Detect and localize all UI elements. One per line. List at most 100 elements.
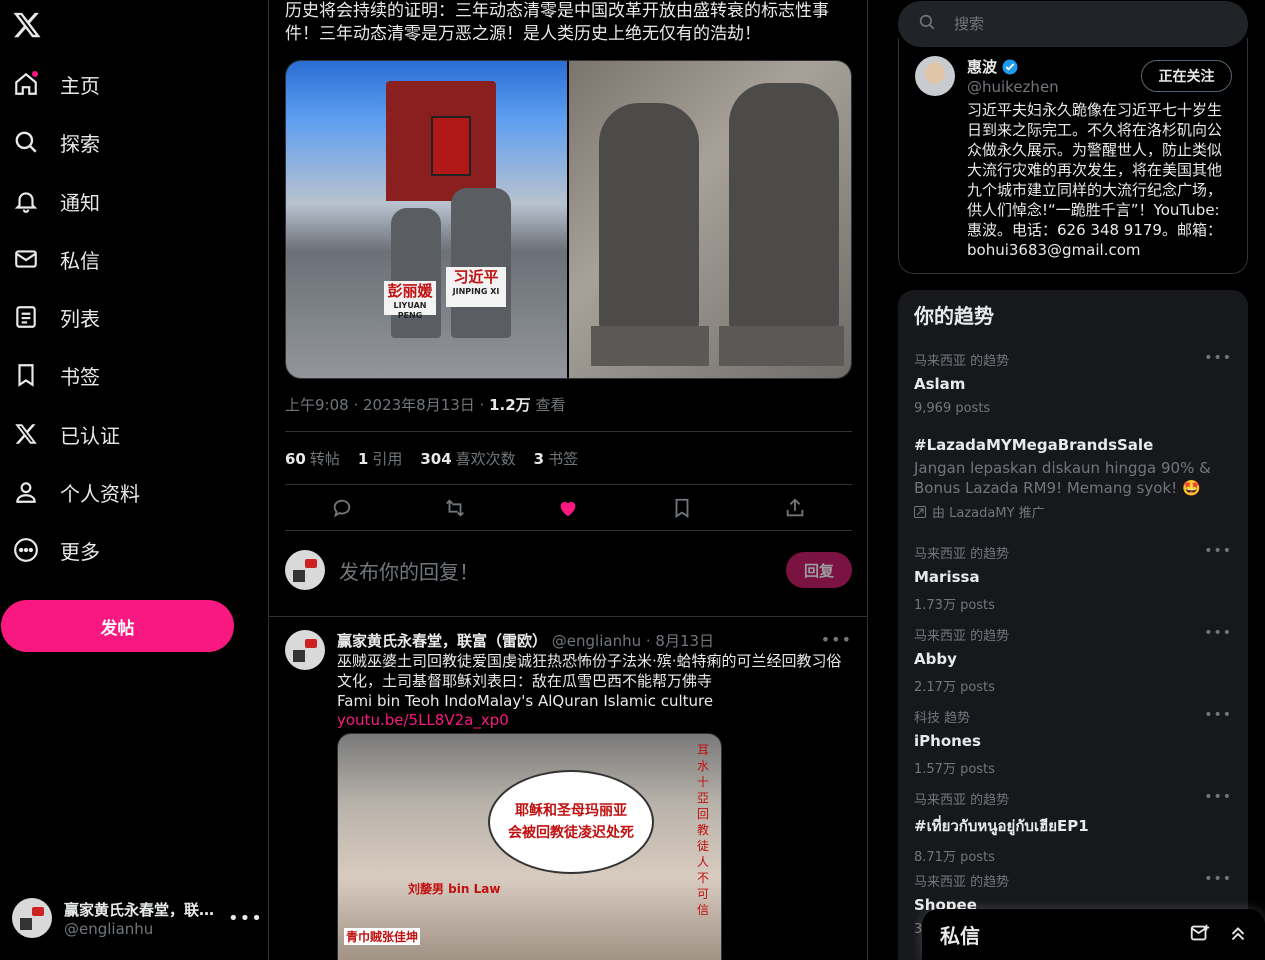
bookmark-icon bbox=[12, 361, 40, 389]
reposts-stat[interactable]: 60 转帖 bbox=[285, 448, 340, 469]
statue-sign-right: 习近平 JINPING XI bbox=[446, 267, 506, 307]
nav-bookmarks[interactable]: 书签 bbox=[12, 353, 100, 397]
nav-home-label: 主页 bbox=[60, 73, 100, 98]
nav-lists-label: 列表 bbox=[60, 306, 100, 331]
nav-notifications-label: 通知 bbox=[60, 190, 100, 215]
reply-author-handle[interactable]: @englianhu bbox=[552, 632, 641, 650]
reply-author-name[interactable]: 赢家黄氏永春堂，联富（雷欧） bbox=[337, 632, 547, 650]
bell-icon bbox=[12, 187, 40, 215]
messages-drawer[interactable]: 私信 bbox=[922, 909, 1265, 960]
more-dots-icon[interactable]: ••• bbox=[1204, 871, 1232, 887]
trends-panel: 你的趋势 马来西亚 的趋势 Aslam 9,969 posts ••• #Laz… bbox=[898, 290, 1248, 960]
profile-card: 惠波 @huikezhen 正在关注 习近平夫妇永久跪像在习近平七十岁生日到来之… bbox=[898, 38, 1248, 274]
trend-item[interactable]: 马来西亚 的趋势 Abby 2.17万 posts ••• bbox=[914, 625, 1232, 695]
left-sidebar: 主页 探索 通知 私信 列表 书签 已认证 个人资料 更多 发帖 赢家黄氏永春堂… bbox=[0, 0, 268, 960]
more-dots-icon[interactable]: ••• bbox=[1204, 625, 1232, 641]
more-dots-icon[interactable]: ••• bbox=[1204, 789, 1232, 805]
account-switcher[interactable]: 赢家黄氏永春堂，联… @englianhu ••• bbox=[12, 896, 262, 940]
trend-item[interactable]: 马来西亚 的趋势 Aslam 9,969 posts ••• bbox=[914, 350, 1232, 416]
likes-stat[interactable]: 304 喜欢次数 bbox=[420, 448, 515, 469]
tweet-photo-1[interactable]: 彭丽媛 LIYUAN PENG 习近平 JINPING XI bbox=[286, 61, 567, 378]
more-circle-icon bbox=[12, 536, 40, 564]
image-label: 刘嫠男 bin Law bbox=[408, 882, 501, 896]
divider bbox=[285, 431, 852, 432]
promoted-trend[interactable]: #LazadaMYMegaBrandsSale Jangan lepaskan … bbox=[914, 436, 1232, 521]
nav-more[interactable]: 更多 bbox=[12, 528, 100, 572]
more-dots-icon[interactable]: ••• bbox=[1204, 350, 1232, 366]
divider bbox=[285, 530, 852, 531]
search-input[interactable] bbox=[954, 15, 1234, 33]
reply-media[interactable]: 耶稣和圣母玛丽亚 会被回教徒凌迟处死 刘嫠男 bin Law 青巾贼张佳坤 耳水十… bbox=[337, 733, 722, 960]
post-button[interactable]: 发帖 bbox=[1, 600, 234, 652]
trend-item[interactable]: 科技 趋势 iPhones 1.57万 posts ••• bbox=[914, 707, 1232, 777]
reply-date[interactable]: · 8月13日 bbox=[646, 632, 714, 650]
new-message-icon[interactable] bbox=[1189, 922, 1211, 948]
search-icon bbox=[918, 13, 936, 35]
tweet-timestamp[interactable]: 上午9:08 · 2023年8月13日 · bbox=[285, 396, 489, 414]
x-premium-icon bbox=[12, 420, 40, 448]
tweet-actions bbox=[285, 492, 852, 524]
list-icon bbox=[12, 303, 40, 331]
bookmark-icon[interactable] bbox=[670, 496, 694, 520]
following-button[interactable]: 正在关注 bbox=[1141, 60, 1232, 92]
tweet-photo-2[interactable] bbox=[569, 61, 851, 378]
more-dots-icon[interactable]: ••• bbox=[1204, 543, 1232, 559]
image-vertical-text: 耳水十亞回教徒人不可信 bbox=[697, 743, 710, 917]
nav-messages-label: 私信 bbox=[60, 248, 100, 273]
trend-item[interactable]: 马来西亚 的趋势 Marissa 1.73万 posts ••• bbox=[914, 543, 1232, 613]
more-dots-icon[interactable]: ••• bbox=[1204, 707, 1232, 723]
repost-icon[interactable] bbox=[443, 496, 467, 520]
views-count: 1.2万 bbox=[489, 396, 531, 414]
profile-bio: 习近平夫妇永久跪像在习近平七十岁生日到来之际完工。不久将在洛杉矶向公众做永久展示… bbox=[967, 101, 1223, 259]
account-handle: @englianhu bbox=[64, 919, 154, 938]
profile-name[interactable]: 惠波 bbox=[967, 56, 1019, 77]
share-icon[interactable] bbox=[783, 496, 807, 520]
divider bbox=[285, 484, 852, 485]
nav-verified[interactable]: 已认证 bbox=[12, 412, 120, 456]
reply-text-en: Fami bin Teoh IndoMalay's AlQuran Islami… bbox=[337, 692, 714, 710]
avatar bbox=[12, 898, 52, 938]
quotes-stat[interactable]: 1 引用 bbox=[358, 448, 402, 469]
x-logo-icon[interactable] bbox=[12, 10, 42, 40]
nav-explore[interactable]: 探索 bbox=[12, 120, 100, 164]
bookmarks-stat[interactable]: 3 书签 bbox=[534, 448, 578, 469]
nav-profile[interactable]: 个人资料 bbox=[12, 470, 140, 514]
nav-explore-label: 探索 bbox=[60, 131, 100, 156]
like-icon-active[interactable] bbox=[556, 496, 580, 520]
nav-bookmarks-label: 书签 bbox=[60, 364, 100, 389]
reply-icon[interactable] bbox=[330, 496, 354, 520]
trend-item[interactable]: 马来西亚 的趋势 #เที่ยวกับหนูอยู่กับเฮียEP1 8.7… bbox=[914, 789, 1232, 865]
reply-link[interactable]: youtu.be/5LL8V2a_xp0 bbox=[337, 711, 852, 729]
sculpture-left bbox=[599, 103, 699, 333]
avatar bbox=[285, 550, 325, 590]
speech-bubble: 耶稣和圣母玛丽亚 会被回教徒凌迟处死 bbox=[488, 770, 654, 874]
messages-drawer-title: 私信 bbox=[940, 924, 980, 948]
avatar[interactable] bbox=[915, 56, 955, 96]
pedestal-right bbox=[719, 326, 844, 366]
nav-notifications[interactable]: 通知 bbox=[12, 179, 100, 223]
nav-profile-label: 个人资料 bbox=[60, 481, 140, 506]
promoted-icon bbox=[914, 505, 926, 518]
home-icon bbox=[12, 70, 40, 98]
reply-text: 巫贼巫婆土司回教徒爱国虔诚狂热恐怖份子法米·殡·蛤特痢的可兰经回教习俗文化，土司… bbox=[337, 652, 842, 690]
nav-home[interactable]: 主页 bbox=[12, 62, 100, 106]
reply-button[interactable]: 回复 bbox=[786, 552, 852, 588]
promoted-name: #LazadaMYMegaBrandsSale bbox=[914, 436, 1154, 454]
tweet-media[interactable]: 彭丽媛 LIYUAN PENG 习近平 JINPING XI bbox=[285, 60, 852, 379]
statue-sign-left: 彭丽媛 LIYUAN PENG bbox=[384, 281, 436, 320]
more-dots-icon[interactable]: ••• bbox=[821, 630, 852, 649]
reply-input[interactable]: 发布你的回复！ bbox=[339, 556, 786, 585]
reply-composer: 发布你的回复！ 回复 bbox=[285, 548, 852, 592]
nav-messages[interactable]: 私信 bbox=[12, 237, 100, 281]
main-timeline: 历史将会持续的证明：三年动态清零是中国改革开放由盛转衰的标志性事件！三年动态清零… bbox=[268, 0, 868, 960]
chevron-up-icon[interactable] bbox=[1227, 922, 1249, 948]
more-dots-icon: ••• bbox=[228, 907, 263, 929]
nav-lists[interactable]: 列表 bbox=[12, 295, 100, 339]
image-label: 青巾贼张佳坤 bbox=[344, 928, 421, 945]
avatar[interactable] bbox=[285, 630, 325, 670]
theater-banner bbox=[431, 116, 471, 176]
profile-handle[interactable]: @huikezhen bbox=[967, 78, 1059, 96]
app-root: 主页 探索 通知 私信 列表 书签 已认证 个人资料 更多 发帖 赢家黄氏永春堂… bbox=[0, 0, 1265, 960]
mail-icon bbox=[12, 245, 40, 273]
reply-tweet-header: 赢家黄氏永春堂，联富（雷欧） @englianhu · 8月13日 bbox=[337, 630, 852, 651]
